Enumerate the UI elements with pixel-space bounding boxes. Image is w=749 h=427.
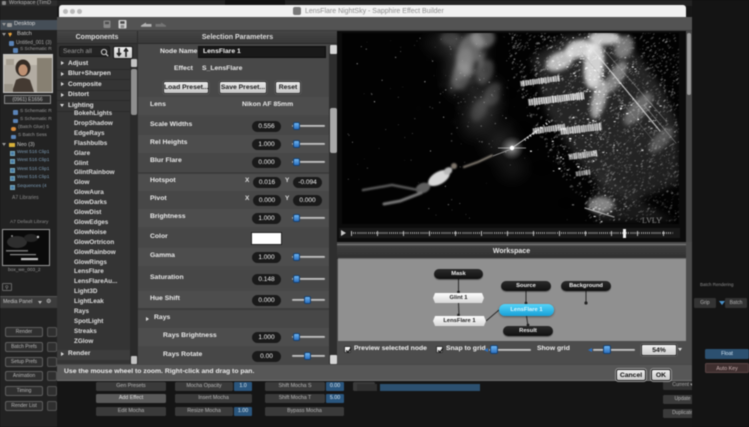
svg-text:LVLY: LVLY [642, 216, 662, 224]
